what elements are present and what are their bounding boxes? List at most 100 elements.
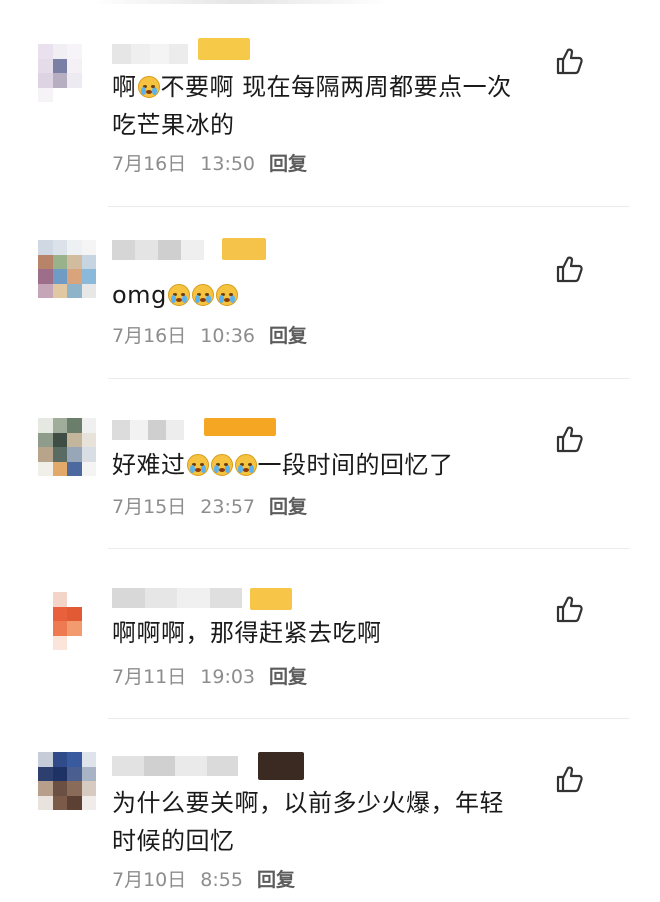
comment-date: 7月16日 [112, 153, 187, 175]
crying-face-icon [191, 284, 214, 306]
avatar-pixel [81, 606, 96, 621]
avatar-pixel [67, 58, 82, 73]
username-blur-block [112, 756, 144, 776]
username-blur-block [112, 240, 135, 260]
avatar[interactable] [38, 592, 96, 650]
divider [108, 718, 630, 719]
reply-button[interactable]: 回复 [269, 325, 307, 347]
avatar-pixel [38, 781, 53, 796]
avatar-pixel [67, 432, 82, 447]
comment-date: 7月10日 [112, 869, 187, 891]
avatar-pixel [52, 795, 67, 810]
comment-time: 10:36 [200, 325, 256, 347]
username-blurred[interactable] [112, 240, 204, 260]
username-blurred[interactable] [112, 44, 188, 64]
comment-list: 啊不要啊 现在每隔两周都要点一次 吃芒果冰的 7月16日 13:50 回复 omg 7… [0, 0, 660, 902]
avatar-pixel [52, 781, 67, 796]
comment-meta: 7月10日 8:55 回复 [112, 868, 295, 892]
avatar-pixel [81, 752, 96, 767]
like-button[interactable] [555, 254, 585, 284]
username-blur-block [175, 756, 207, 776]
avatar-pixel [81, 73, 96, 88]
avatar-pixel [67, 621, 82, 636]
avatar-pixel [81, 283, 96, 298]
crying-face-icon [186, 454, 209, 476]
reply-button[interactable]: 回复 [269, 496, 307, 518]
avatar[interactable] [38, 44, 96, 102]
avatar-pixel [67, 240, 82, 255]
thumbs-up-icon [556, 48, 583, 75]
username-blurred[interactable] [112, 756, 238, 776]
username-blur-block [169, 44, 188, 64]
username-blur-block [148, 420, 166, 440]
user-badge-blurred [198, 38, 250, 60]
avatar-pixel [52, 418, 67, 433]
avatar-pixel [38, 240, 53, 255]
avatar-pixel [38, 752, 53, 767]
avatar-pixel [38, 795, 53, 810]
avatar-pixel [67, 87, 82, 102]
thumbs-up-icon [556, 256, 583, 283]
avatar-pixel [52, 766, 67, 781]
avatar-pixel [52, 58, 67, 73]
comment-time: 23:57 [200, 496, 256, 518]
avatar-pixel [81, 432, 96, 447]
reply-button[interactable]: 回复 [269, 666, 307, 688]
username-blur-block [130, 420, 148, 440]
like-button[interactable] [555, 764, 585, 794]
avatar-pixel [67, 795, 82, 810]
avatar-pixel [81, 635, 96, 650]
username-blur-block [135, 240, 158, 260]
avatar-pixel [52, 635, 67, 650]
comment-text: 好难过 一段时间的回忆了 [112, 451, 454, 479]
avatar-pixel [67, 254, 82, 269]
avatar-pixel [81, 418, 96, 433]
username-blurred[interactable] [112, 588, 242, 608]
username-blur-block [150, 44, 169, 64]
avatar-pixel [81, 44, 96, 59]
like-button[interactable] [555, 46, 585, 76]
user-badge-blurred [250, 588, 292, 610]
avatar-pixel [81, 269, 96, 284]
avatar-pixel [81, 795, 96, 810]
avatar-pixel [52, 87, 67, 102]
avatar-pixel [52, 44, 67, 59]
like-button[interactable] [555, 594, 585, 624]
avatar-pixel [81, 781, 96, 796]
avatar-pixel [38, 418, 53, 433]
comment-time: 19:03 [200, 666, 256, 688]
comment-text: 为什么要关啊，以前多少火爆，年轻 时候的回忆 [112, 789, 504, 855]
avatar-pixel [52, 432, 67, 447]
avatar-pixel [52, 240, 67, 255]
avatar-pixel [81, 58, 96, 73]
avatar-pixel [52, 283, 67, 298]
username-blur-block [209, 588, 242, 608]
username-blur-block [143, 756, 175, 776]
comment-time: 13:50 [200, 153, 256, 175]
avatar-pixel [38, 621, 53, 636]
username-blur-block [131, 44, 150, 64]
reply-button[interactable]: 回复 [269, 153, 307, 175]
comment-meta: 7月11日 19:03 回复 [112, 665, 307, 689]
avatar-pixel [67, 781, 82, 796]
avatar-pixel [81, 461, 96, 476]
avatar-pixel [52, 752, 67, 767]
avatar-pixel [67, 606, 82, 621]
avatar-pixel [81, 87, 96, 102]
avatar-pixel [52, 461, 67, 476]
avatar-pixel [38, 606, 53, 621]
user-badge-blurred [258, 752, 304, 780]
reply-button[interactable]: 回复 [257, 869, 295, 891]
avatar-pixel [38, 283, 53, 298]
username-blur-block [112, 44, 131, 64]
thumbs-up-icon [556, 596, 583, 623]
crying-face-icon [137, 76, 160, 98]
avatar[interactable] [38, 240, 96, 298]
avatar-pixel [52, 606, 67, 621]
like-button[interactable] [555, 424, 585, 454]
comment-text: 啊不要啊 现在每隔两周都要点一次 吃芒果冰的 [112, 73, 512, 139]
avatar[interactable] [38, 418, 96, 476]
username-blurred[interactable] [112, 420, 184, 440]
thumbs-up-icon [556, 426, 583, 453]
avatar[interactable] [38, 752, 96, 810]
